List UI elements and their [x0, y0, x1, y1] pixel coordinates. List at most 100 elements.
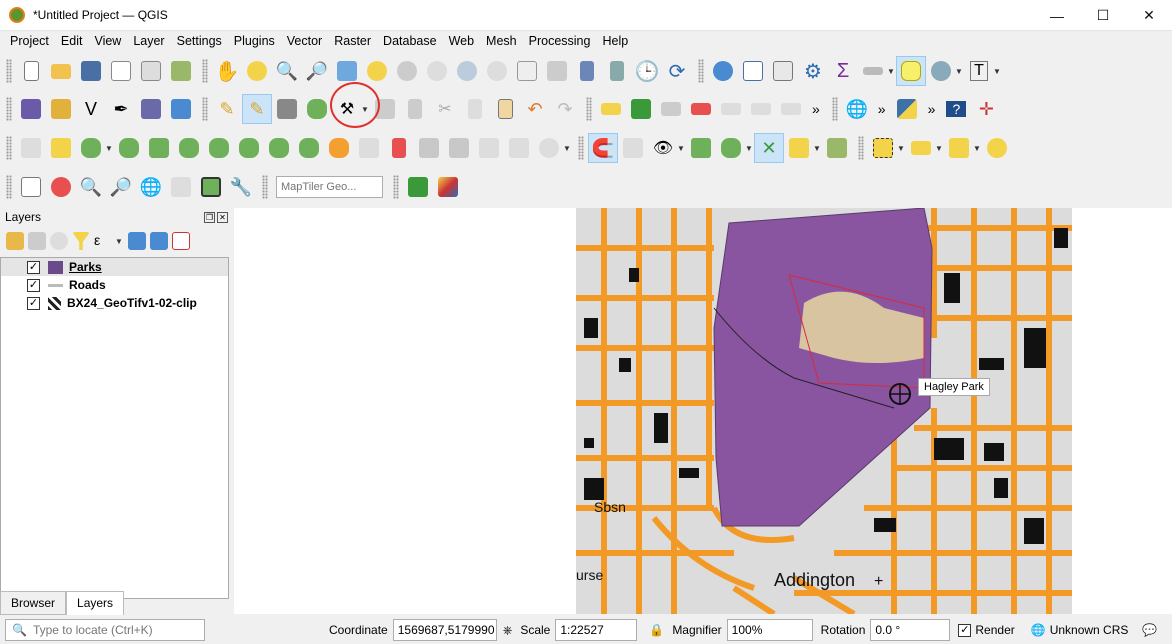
toolbar-overflow-icon[interactable]: »	[928, 101, 936, 117]
add-vector-button[interactable]	[166, 94, 196, 124]
rotation-field[interactable]: 0.0 °	[870, 619, 951, 641]
zoom-search-button[interactable]: 🔍	[76, 172, 106, 202]
manage-visibility-icon[interactable]	[50, 232, 68, 250]
toolbar-grip[interactable]	[578, 136, 584, 160]
menu-help[interactable]: Help	[596, 34, 634, 48]
text-annotation-button[interactable]: T	[964, 56, 994, 86]
trim-extend-button[interactable]	[384, 133, 414, 163]
rotate-feature-button[interactable]	[114, 133, 144, 163]
maptiler-button[interactable]	[433, 172, 463, 202]
select-features-button[interactable]	[868, 133, 898, 163]
data-source-manager-button[interactable]	[16, 94, 46, 124]
split-parts-button[interactable]	[444, 133, 474, 163]
snapping-visibility-button[interactable]: 👁	[648, 133, 678, 163]
close-panel-icon[interactable]: ✕	[217, 211, 228, 223]
tracing-button[interactable]	[822, 133, 852, 163]
open-project-button[interactable]	[46, 56, 76, 86]
network-button[interactable]: 🌐	[136, 172, 166, 202]
toolbar-overflow-icon[interactable]: »	[812, 101, 820, 117]
toggle-editing-button[interactable]: ✎	[242, 94, 272, 124]
toolbar-grip[interactable]	[586, 97, 592, 121]
menu-mesh[interactable]: Mesh	[480, 34, 523, 48]
menu-database[interactable]: Database	[377, 34, 443, 48]
digitize-vertex-button[interactable]: V	[76, 94, 106, 124]
toolbar-grip[interactable]	[858, 136, 864, 160]
toolbar-grip[interactable]	[6, 175, 12, 199]
globe-icon[interactable]: 🌐	[1031, 623, 1046, 637]
crs-label[interactable]: Unknown CRS	[1050, 623, 1129, 637]
identify-pin-button[interactable]	[982, 133, 1012, 163]
menu-settings[interactable]: Settings	[171, 34, 228, 48]
self-snapping-button[interactable]	[784, 133, 814, 163]
advanced-digitizing-button[interactable]	[46, 133, 76, 163]
paste-features-button[interactable]	[490, 94, 520, 124]
scale-field[interactable]: 1:22527	[555, 619, 638, 641]
pan-to-selection-button[interactable]	[242, 56, 272, 86]
reverse-line-button[interactable]	[354, 133, 384, 163]
float-panel-icon[interactable]: ❐	[204, 211, 215, 223]
menu-project[interactable]: Project	[4, 34, 55, 48]
layout-manager-button[interactable]	[136, 56, 166, 86]
tab-layers[interactable]: Layers	[66, 591, 125, 615]
toolbar-grip[interactable]	[6, 97, 12, 121]
fill-ring-button[interactable]	[204, 133, 234, 163]
toolbar-grip[interactable]	[393, 175, 399, 199]
rotate-label-button[interactable]	[746, 94, 776, 124]
layer-visibility-checkbox[interactable]: ✓	[27, 278, 40, 292]
toolbar-grip[interactable]	[202, 59, 208, 83]
menu-view[interactable]: View	[88, 34, 127, 48]
zoom-layer-button[interactable]	[392, 56, 422, 86]
geocoder-search-input[interactable]	[276, 176, 383, 198]
new-geopackage-button[interactable]	[46, 94, 76, 124]
menu-web[interactable]: Web	[443, 34, 480, 48]
save-edits-button[interactable]	[272, 94, 302, 124]
redo-button[interactable]: ↷	[550, 94, 580, 124]
select-by-location-button[interactable]	[926, 56, 956, 86]
statistics-button[interactable]: Σ	[828, 56, 858, 86]
filter-icon[interactable]	[72, 232, 90, 250]
zoom-out-button[interactable]: 🔎	[302, 56, 332, 86]
xy-tool-button[interactable]	[166, 172, 196, 202]
undo-button[interactable]: ↶	[520, 94, 550, 124]
attribute-table-button[interactable]	[738, 56, 768, 86]
add-ring-button[interactable]	[76, 133, 106, 163]
toolbar-grip[interactable]	[831, 97, 838, 121]
minimize-button[interactable]: —	[1034, 0, 1080, 31]
layer-row-roads[interactable]: ✓ Roads	[1, 276, 228, 294]
filter-expression-icon[interactable]: ε	[94, 232, 112, 250]
move-label-button[interactable]	[716, 94, 746, 124]
filter-dropdown-icon[interactable]: ▼	[114, 237, 124, 246]
snapping-button[interactable]: 🧲	[588, 133, 618, 163]
map-tips-button[interactable]	[896, 56, 926, 86]
zoom-native-button[interactable]	[422, 56, 452, 86]
menu-raster[interactable]: Raster	[328, 34, 377, 48]
zoom-selection-button[interactable]	[362, 56, 392, 86]
remove-layer-icon[interactable]	[172, 232, 190, 250]
new-3d-map-button[interactable]	[542, 56, 572, 86]
show-bookmarks-button[interactable]	[602, 56, 632, 86]
zoom-full-button[interactable]	[332, 56, 362, 86]
style-manager-button[interactable]	[166, 56, 196, 86]
python-console-button[interactable]	[892, 94, 922, 124]
locator-search-field[interactable]: 🔍 Type to locate (Ctrl+K)	[5, 619, 205, 641]
topological-editing-button[interactable]	[618, 133, 648, 163]
merge-features-button[interactable]	[474, 133, 504, 163]
zoom-in-button[interactable]: 🔍	[272, 56, 302, 86]
new-map-view-button[interactable]	[512, 56, 542, 86]
diagram-button[interactable]	[626, 94, 656, 124]
label-toolbar-button[interactable]	[596, 94, 626, 124]
geocoder-search-button[interactable]	[403, 172, 433, 202]
pin-labels-button[interactable]	[656, 94, 686, 124]
snap-on-intersection-button[interactable]: ✕	[754, 133, 784, 163]
lock-icon[interactable]: 🔒	[649, 623, 664, 637]
toolbar-grip[interactable]	[698, 59, 704, 83]
add-group-icon[interactable]	[28, 232, 46, 250]
menu-plugins[interactable]: Plugins	[228, 34, 281, 48]
current-edits-button[interactable]: ✎	[212, 94, 242, 124]
offset-curve-button[interactable]	[324, 133, 354, 163]
highlight-labels-button[interactable]	[686, 94, 716, 124]
expand-all-icon[interactable]	[128, 232, 146, 250]
bookmark-button[interactable]	[572, 56, 602, 86]
map-canvas[interactable]: Addington + Sbsn urse Hagley Park	[234, 208, 1172, 614]
delete-part-button[interactable]	[264, 133, 294, 163]
